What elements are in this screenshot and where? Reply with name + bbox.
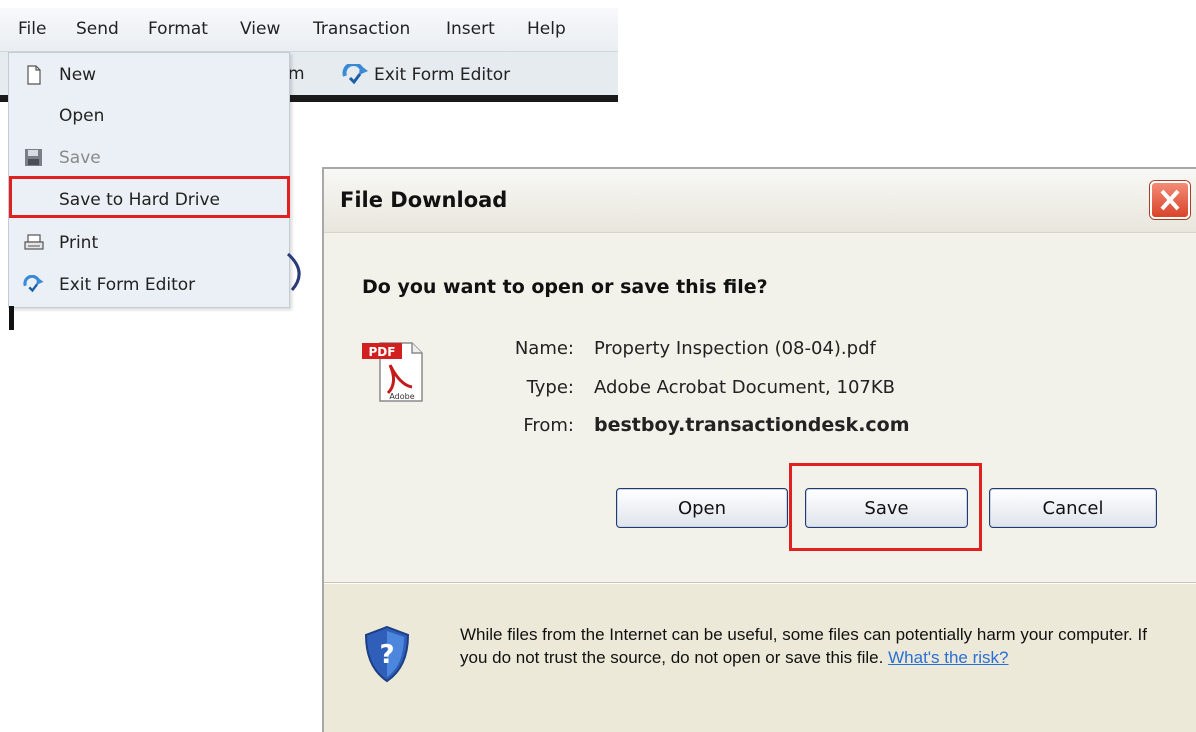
new-document-icon xyxy=(27,65,41,85)
file-type-value: Adobe Acrobat Document, 107KB xyxy=(594,377,896,398)
app-menubar: File Send Format View Transaction Insert… xyxy=(0,8,618,52)
dialog-footer: ? While files from the Internet can be u… xyxy=(324,585,1196,732)
file-name-value: Property Inspection (08-04).pdf xyxy=(594,338,876,359)
security-shield-icon: ? xyxy=(364,625,410,683)
security-warning: While files from the Internet can be use… xyxy=(460,623,1160,669)
menu-help[interactable]: Help xyxy=(527,19,566,39)
menu-item-exit-form-editor-label: Exit Form Editor xyxy=(59,275,196,295)
exit-arrows-icon xyxy=(342,64,368,85)
menu-item-exit-form-editor[interactable]: Exit Form Editor xyxy=(9,265,289,305)
background-logo-arc xyxy=(286,252,301,291)
menu-item-save: Save xyxy=(9,138,289,178)
save-button[interactable]: Save xyxy=(805,488,968,528)
close-icon xyxy=(1160,189,1180,211)
menu-transaction[interactable]: Transaction xyxy=(313,19,410,39)
toolbar-partial-label: m xyxy=(288,64,305,84)
floppy-disk-icon xyxy=(25,149,42,166)
background-page-edge xyxy=(9,306,14,330)
file-name-label: Name: xyxy=(514,338,574,359)
exit-arrows-icon xyxy=(23,275,44,293)
menu-item-print-label: Print xyxy=(59,233,99,253)
cancel-button[interactable]: Cancel xyxy=(989,488,1157,528)
menu-item-print[interactable]: Print xyxy=(9,223,289,263)
dialog-question: Do you want to open or save this file? xyxy=(362,276,768,298)
menu-item-save-to-hard-drive[interactable]: Save to Hard Drive xyxy=(9,180,289,220)
dialog-title: File Download xyxy=(340,188,508,212)
whats-the-risk-link[interactable]: What's the risk? xyxy=(888,648,1008,667)
menu-file[interactable]: File xyxy=(18,19,46,39)
file-type-label: Type: xyxy=(526,377,574,398)
file-menu-dropdown: New Open Save Save to Hard Drive Print E… xyxy=(8,52,290,308)
file-from-label: From: xyxy=(523,415,574,436)
file-download-dialog: File Download Do you want to open or sav… xyxy=(322,167,1196,732)
menu-item-save-label: Save xyxy=(59,148,101,168)
menu-format[interactable]: Format xyxy=(148,19,208,39)
menu-item-save-to-hard-drive-label: Save to Hard Drive xyxy=(59,190,221,210)
menu-item-open-label: Open xyxy=(59,106,105,126)
svg-text:?: ? xyxy=(379,640,394,670)
menu-insert[interactable]: Insert xyxy=(446,19,495,39)
exit-form-editor-label: Exit Form Editor xyxy=(374,65,511,85)
menu-item-new[interactable]: New xyxy=(9,55,289,95)
printer-icon xyxy=(24,234,44,250)
security-warning-text: While files from the Internet can be use… xyxy=(460,625,1147,667)
close-button[interactable] xyxy=(1150,181,1190,219)
menu-item-open[interactable]: Open xyxy=(9,96,289,136)
open-button[interactable]: Open xyxy=(616,488,788,528)
dialog-body: Do you want to open or save this file? P… xyxy=(324,233,1196,582)
exit-form-editor-button[interactable]: Exit Form Editor xyxy=(342,64,510,86)
file-from-value: bestboy.transactiondesk.com xyxy=(594,414,910,436)
dialog-titlebar[interactable]: File Download xyxy=(324,169,1196,233)
menu-send[interactable]: Send xyxy=(76,19,119,39)
dialog-divider xyxy=(324,582,1196,584)
menu-view[interactable]: View xyxy=(240,19,280,39)
menu-item-new-label: New xyxy=(59,65,97,85)
